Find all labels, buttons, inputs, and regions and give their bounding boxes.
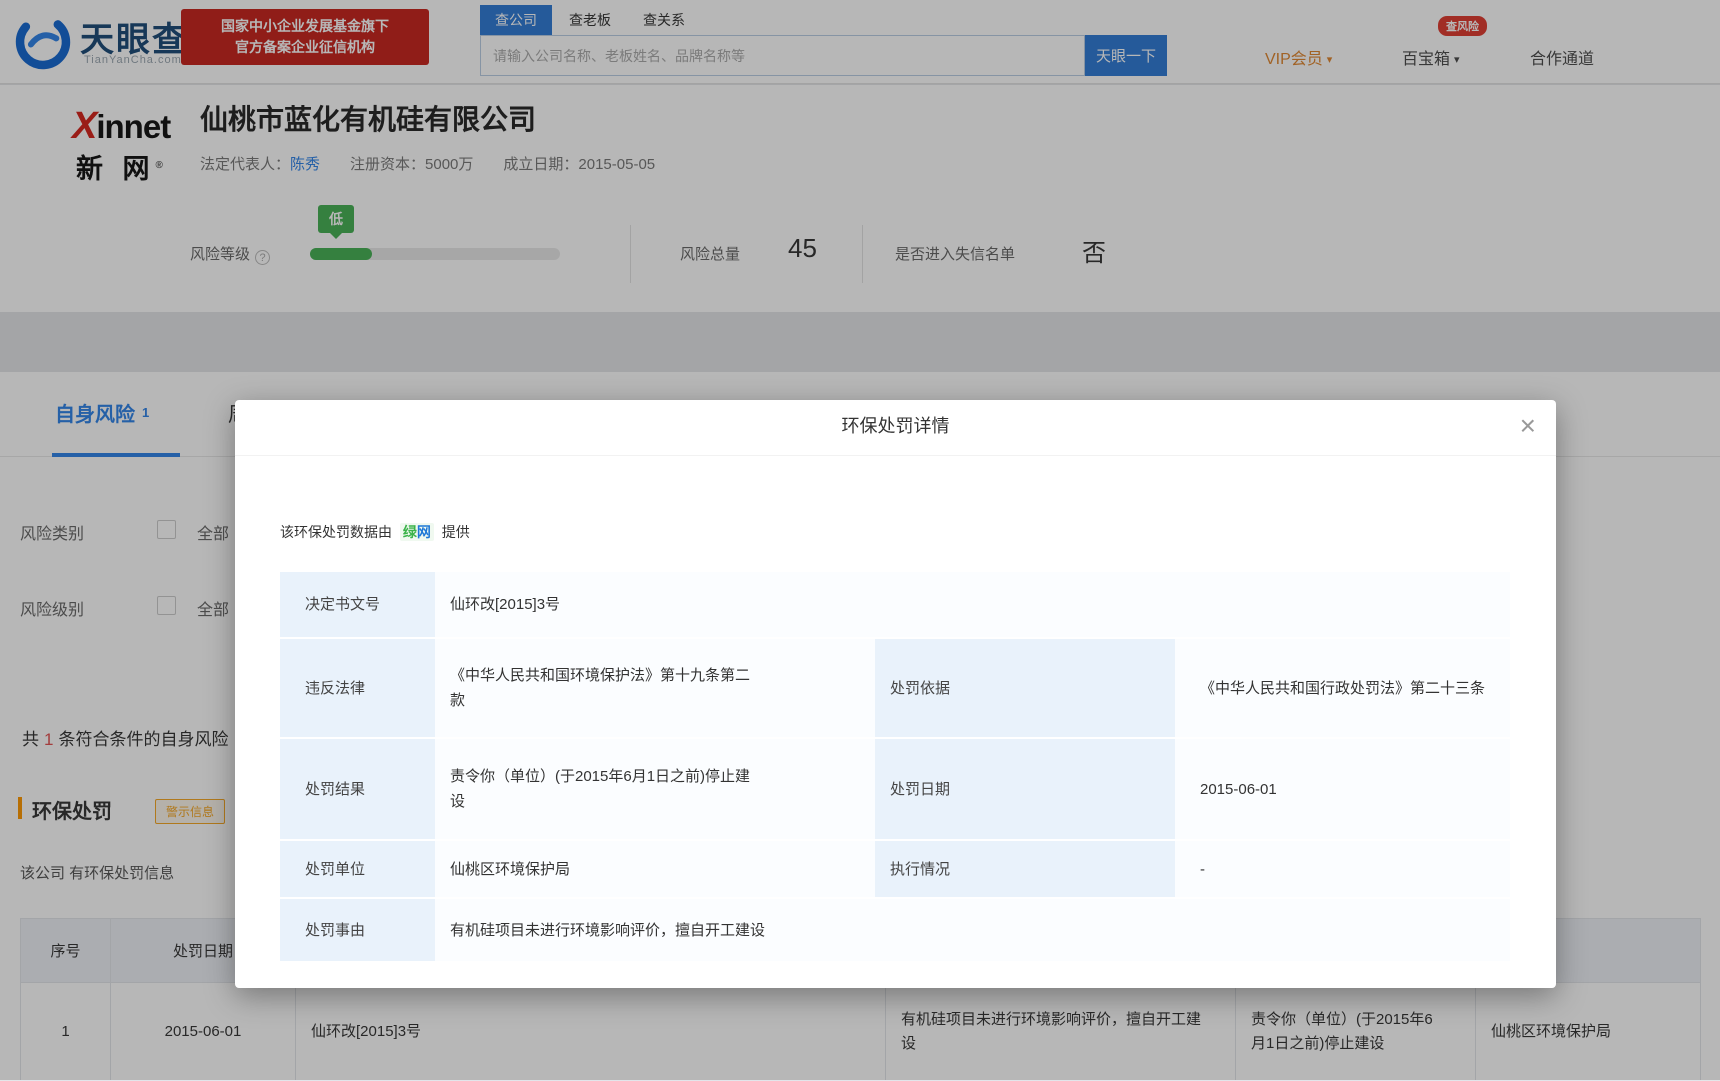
- detail-value: 仙环改[2015]3号: [435, 572, 1510, 638]
- detail-row-law: 违反法律 《中华人民共和国环境保护法》第十九条第二款 处罚依据 《中华人民共和国…: [280, 638, 1510, 738]
- penalty-detail-modal: 环保处罚详情 × 该环保处罚数据由 绿网 提供 决定书文号 仙环改[2015]3…: [235, 400, 1556, 988]
- detail-label: 处罚依据: [875, 638, 1175, 738]
- modal-title: 环保处罚详情: [235, 400, 1556, 456]
- data-provider-line: 该环保处罚数据由 绿网 提供: [280, 522, 470, 542]
- lvwang-logo[interactable]: 绿网: [400, 523, 434, 541]
- detail-label: 处罚结果: [280, 738, 435, 840]
- detail-value: 有机硅项目未进行环境影响评价，擅自开工建设: [435, 898, 1510, 962]
- detail-value: 《中华人民共和国环境保护法》第十九条第二款: [435, 638, 875, 738]
- detail-value: 仙桃区环境保护局: [435, 840, 875, 898]
- detail-label: 执行情况: [875, 840, 1175, 898]
- detail-label: 处罚事由: [280, 898, 435, 962]
- detail-label: 违反法律: [280, 638, 435, 738]
- detail-label: 决定书文号: [280, 572, 435, 638]
- penalty-detail-table: 决定书文号 仙环改[2015]3号 违反法律 《中华人民共和国环境保护法》第十九…: [280, 572, 1510, 963]
- detail-row-authority: 处罚单位 仙桃区环境保护局 执行情况 -: [280, 840, 1510, 898]
- detail-value: 2015-06-01: [1175, 738, 1510, 840]
- detail-value: 责令你（单位）(于2015年6月1日之前)停止建设: [435, 738, 875, 840]
- detail-row-result: 处罚结果 责令你（单位）(于2015年6月1日之前)停止建设 处罚日期 2015…: [280, 738, 1510, 840]
- detail-value: -: [1175, 840, 1510, 898]
- detail-row-reason: 处罚事由 有机硅项目未进行环境影响评价，擅自开工建设: [280, 898, 1510, 962]
- detail-row-docno: 决定书文号 仙环改[2015]3号: [280, 572, 1510, 638]
- detail-label: 处罚日期: [875, 738, 1175, 840]
- detail-label: 处罚单位: [280, 840, 435, 898]
- detail-value: 《中华人民共和国行政处罚法》第二十三条: [1175, 638, 1510, 738]
- close-icon[interactable]: ×: [1520, 408, 1536, 444]
